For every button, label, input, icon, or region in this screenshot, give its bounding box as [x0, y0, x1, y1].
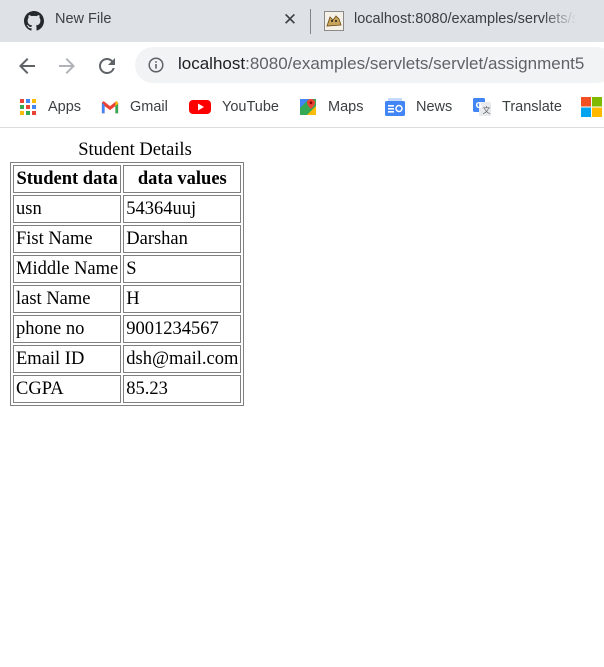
- tomcat-icon: [324, 11, 344, 31]
- table-row: Email ID dsh@mail.com: [13, 345, 242, 373]
- bookmark-apps[interactable]: Apps: [19, 97, 81, 117]
- table-row: Middle Name S: [13, 255, 242, 283]
- field-name: usn: [13, 195, 122, 223]
- browser-toolbar: localhost:8080/examples/servlets/servlet…: [0, 42, 604, 89]
- forward-arrow-icon[interactable]: [55, 54, 79, 78]
- table-row: usn 54364uuj: [13, 195, 242, 223]
- page-content: Student Details Student data data values…: [0, 128, 604, 667]
- tab-new-file[interactable]: New File ✕: [0, 0, 308, 42]
- bookmark-label: YouTube: [222, 99, 279, 115]
- tab-assignment5[interactable]: localhost:8080/examples/servlets/servlet…: [310, 0, 604, 42]
- bookmark-label: Translate: [502, 99, 562, 115]
- bookmark-label: Apps: [48, 99, 82, 115]
- bookmark-label: News: [416, 99, 453, 115]
- field-value: dsh@mail.com: [123, 345, 242, 373]
- site-info-icon[interactable]: [148, 57, 164, 73]
- field-value: H: [123, 285, 242, 313]
- tab-close-icon[interactable]: ✕: [282, 11, 298, 28]
- field-value: 9001234567: [123, 315, 242, 343]
- bookmark-translate[interactable]: G 文 Translate: [473, 97, 562, 117]
- github-icon: [24, 11, 44, 31]
- bookmark-news[interactable]: News: [385, 97, 452, 117]
- table-row: Fist Name Darshan: [13, 225, 242, 253]
- back-arrow-icon[interactable]: [15, 54, 39, 78]
- tab-title: New File: [55, 11, 112, 27]
- youtube-icon: [189, 100, 211, 114]
- news-icon: [385, 98, 405, 116]
- field-name: Middle Name: [13, 255, 122, 283]
- microsoft-icon[interactable]: [581, 97, 604, 118]
- bookmark-label: Gmail: [130, 99, 168, 115]
- field-value: 85.23: [123, 375, 242, 403]
- field-value: Darshan: [123, 225, 242, 253]
- svg-text:G: G: [476, 101, 483, 110]
- bookmark-label: Maps: [328, 99, 364, 115]
- column-header: Student data: [13, 165, 122, 193]
- field-name: last Name: [13, 285, 122, 313]
- bookmark-gmail[interactable]: Gmail: [101, 97, 168, 117]
- url-text: localhost:8080/examples/servlets/servlet…: [178, 54, 584, 74]
- table-row: phone no 9001234567: [13, 315, 242, 343]
- student-details-table: Student data data values usn 54364uuj Fi…: [10, 162, 245, 406]
- table-caption: Student Details: [78, 140, 192, 160]
- translate-icon: G 文: [473, 98, 491, 116]
- field-value: S: [123, 255, 242, 283]
- tab-strip: New File ✕ localhost:8080/examples/servl…: [0, 0, 604, 42]
- bookmark-maps[interactable]: Maps: [299, 97, 363, 117]
- bookmark-youtube[interactable]: YouTube: [189, 97, 279, 117]
- reload-icon[interactable]: [95, 54, 119, 78]
- column-header: data values: [123, 165, 242, 193]
- table-row: CGPA 85.23: [13, 375, 242, 403]
- table-header-row: Student data data values: [13, 165, 242, 193]
- field-name: phone no: [13, 315, 122, 343]
- apps-grid-icon: [20, 99, 36, 115]
- address-bar[interactable]: localhost:8080/examples/servlets/servlet…: [135, 47, 604, 83]
- field-name: CGPA: [13, 375, 122, 403]
- table-row: last Name H: [13, 285, 242, 313]
- svg-text:文: 文: [483, 105, 491, 115]
- field-value: 54364uuj: [123, 195, 242, 223]
- url-path: :8080/examples/servlets/servlet/assignme…: [245, 54, 585, 73]
- gmail-icon: [101, 101, 119, 114]
- bookmarks-bar: Apps Gmail YouTube Maps News G 文 Transla…: [0, 89, 604, 128]
- field-name: Email ID: [13, 345, 122, 373]
- tab-title: localhost:8080/examples/servlets/servlet…: [354, 11, 576, 27]
- url-host: localhost: [178, 54, 246, 73]
- maps-icon: [300, 99, 316, 115]
- field-name: Fist Name: [13, 225, 122, 253]
